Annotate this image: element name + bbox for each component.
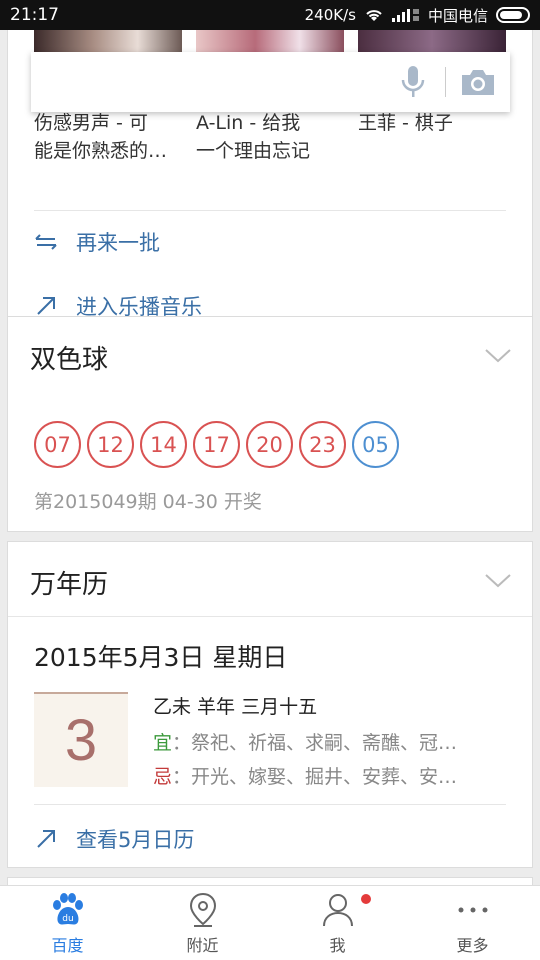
- song-title: 能是你熟悉的…: [34, 140, 168, 162]
- baidu-paw-icon: du: [48, 890, 88, 930]
- lottery-balls: 07 12 14 17 20 23 05: [34, 421, 399, 468]
- search-actions: [393, 62, 510, 102]
- battery-icon: [496, 7, 530, 23]
- status-time: 21:17: [10, 5, 59, 25]
- nav-item-more[interactable]: 更多: [405, 886, 540, 960]
- red-ball: 12: [87, 421, 134, 468]
- status-right: 240K/s 中国电信: [305, 5, 530, 26]
- nav-label: 我: [329, 936, 346, 955]
- separator: [445, 67, 446, 97]
- day-number: 3: [64, 708, 98, 773]
- nav-label: 更多: [456, 936, 489, 955]
- song-title: 王菲 - 棋子: [358, 112, 453, 134]
- view-month-calendar-label: 查看5月日历: [76, 828, 195, 852]
- red-ball: 17: [193, 421, 240, 468]
- card-title: 双色球: [30, 345, 109, 375]
- chevron-down-icon[interactable]: [484, 566, 512, 594]
- day-tile: 3: [34, 692, 128, 787]
- nav-label: 百度: [51, 936, 84, 955]
- song-item[interactable]: A-Lin - 给我 一个理由忘记: [196, 109, 344, 165]
- red-ball: 23: [299, 421, 346, 468]
- svg-text:du: du: [62, 914, 73, 924]
- red-ball: 07: [34, 421, 81, 468]
- refresh-button[interactable]: 再来一批: [34, 227, 160, 257]
- calendar-date: 2015年5月3日 星期日: [34, 643, 288, 672]
- song-title: 一个理由忘记: [196, 140, 311, 162]
- search-input[interactable]: [31, 52, 393, 112]
- red-ball: 20: [246, 421, 293, 468]
- chevron-down-icon[interactable]: [484, 341, 512, 369]
- suitable-text: ：祭祀、祈福、求嗣、斋醮、冠…: [172, 732, 458, 754]
- wifi-icon: [364, 7, 384, 23]
- camera-icon[interactable]: [458, 62, 498, 102]
- status-bar: 21:17 240K/s 中国电信: [0, 0, 540, 30]
- lottery-card: 双色球 07 12 14 17 20 23 05 第2015049期 04-30…: [7, 316, 533, 532]
- nav-item-baidu[interactable]: du 百度: [0, 886, 135, 960]
- divider: [8, 616, 532, 617]
- avoid-text: ：开光、嫁娶、掘井、安葬、安…: [172, 766, 458, 788]
- more-dots-icon: [453, 890, 493, 930]
- nav-item-nearby[interactable]: 附近: [135, 886, 270, 960]
- arrow-up-right-icon: [37, 830, 55, 848]
- lunar-date: 乙未 羊年 三月十五: [153, 696, 318, 718]
- search-bar: [31, 52, 510, 112]
- refresh-label: 再来一批: [76, 231, 160, 255]
- nav-label: 附近: [186, 936, 219, 955]
- arrow-up-right-icon: [37, 297, 55, 315]
- location-pin-icon: [183, 890, 223, 930]
- divider: [34, 804, 506, 805]
- carrier-name: 中国电信: [427, 6, 488, 25]
- red-ball: 14: [140, 421, 187, 468]
- feed[interactable]: 伤感男声 - 可 能是你熟悉的… A-Lin - 给我 一个理由忘记 王菲 - …: [0, 30, 540, 885]
- bottom-nav: du 百度 附近 我 更多: [0, 885, 540, 960]
- song-item[interactable]: 伤感男声 - 可 能是你熟悉的…: [34, 109, 182, 165]
- lottery-draw-info: 第2015049期 04-30 开奖: [34, 491, 262, 513]
- divider: [34, 210, 506, 211]
- notification-dot: [361, 894, 371, 904]
- avoid-label: 忌: [153, 766, 173, 788]
- swap-arrows-icon: [35, 234, 57, 250]
- blue-ball: 05: [352, 421, 399, 468]
- song-item[interactable]: 王菲 - 棋子: [358, 109, 506, 137]
- suitable-label: 宜: [153, 732, 173, 754]
- avoid-row: 忌：开光、嫁娶、掘井、安葬、安…: [153, 760, 503, 794]
- view-month-calendar-link[interactable]: 查看5月日历: [34, 824, 194, 854]
- suitable-row: 宜：祭祀、祈福、求嗣、斋醮、冠…: [153, 726, 503, 760]
- signal-icon: [391, 8, 420, 22]
- nav-item-me[interactable]: 我: [270, 886, 405, 960]
- song-title: 伤感男声 - 可: [34, 112, 148, 134]
- person-icon: [318, 890, 358, 930]
- network-speed: 240K/s: [304, 6, 356, 24]
- next-card: [7, 877, 533, 885]
- calendar-card: 万年历 2015年5月3日 星期日 3 乙未 羊年 三月十五 宜：祭祀、祈福、求…: [7, 541, 533, 868]
- calendar-details: 乙未 羊年 三月十五 宜：祭祀、祈福、求嗣、斋醮、冠… 忌：开光、嫁娶、掘井、安…: [153, 692, 503, 794]
- card-title: 万年历: [30, 570, 109, 600]
- microphone-icon[interactable]: [393, 62, 433, 102]
- song-title: A-Lin - 给我: [196, 112, 301, 134]
